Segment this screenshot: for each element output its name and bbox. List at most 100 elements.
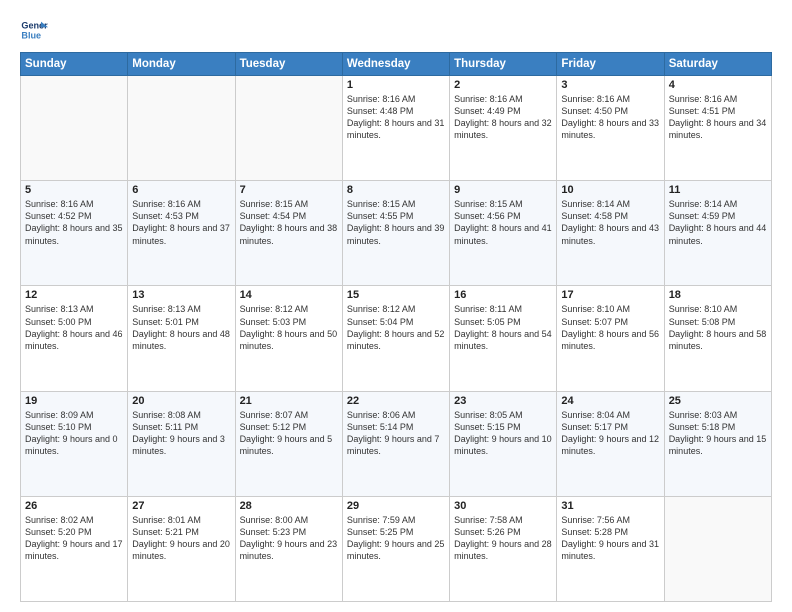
header: General Blue [20,16,772,44]
day-info: Sunrise: 8:13 AM Sunset: 5:00 PM Dayligh… [25,303,123,352]
calendar-cell [21,76,128,181]
logo: General Blue [20,16,48,44]
calendar-cell: 4 Sunrise: 8:16 AM Sunset: 4:51 PM Daylig… [664,76,771,181]
day-info: Sunrise: 8:14 AM Sunset: 4:58 PM Dayligh… [561,198,659,247]
day-number: 7 [240,184,338,196]
day-number: 25 [669,395,767,407]
calendar-cell: 20 Sunrise: 8:08 AM Sunset: 5:11 PM Dayli… [128,391,235,496]
day-number: 16 [454,289,552,301]
calendar-cell: 5Sunrise: 8:16 AM Sunset: 4:52 PM Daylig… [21,181,128,286]
day-info: Sunrise: 8:13 AM Sunset: 5:01 PM Dayligh… [132,303,230,352]
day-info: Sunrise: 8:16 AM Sunset: 4:49 PM Dayligh… [454,93,552,142]
calendar-cell [664,496,771,601]
day-number: 31 [561,500,659,512]
day-number: 28 [240,500,338,512]
calendar-cell: 13Sunrise: 8:13 AM Sunset: 5:01 PM Dayli… [128,286,235,391]
day-info: Sunrise: 8:14 AM Sunset: 4:59 PM Dayligh… [669,198,767,247]
logo-icon: General Blue [20,16,48,44]
day-header-sunday: Sunday [21,53,128,76]
calendar-cell: 17Sunrise: 8:10 AM Sunset: 5:07 PM Dayli… [557,286,664,391]
day-info: Sunrise: 8:16 AM Sunset: 4:48 PM Dayligh… [347,93,445,142]
day-number: 23 [454,395,552,407]
calendar-cell: 27 Sunrise: 8:01 AM Sunset: 5:21 PM Dayli… [128,496,235,601]
calendar-cell: 21 Sunrise: 8:07 AM Sunset: 5:12 PM Dayli… [235,391,342,496]
day-info: Sunrise: 8:16 AM Sunset: 4:52 PM Dayligh… [25,198,123,247]
day-info: Sunrise: 8:16 AM Sunset: 4:50 PM Dayligh… [561,93,659,142]
day-number: 19 [25,395,123,407]
day-number: 2 [454,79,552,91]
day-info: Sunrise: 8:00 AM Sunset: 5:23 PM Dayligh… [240,514,338,563]
day-number: 20 [132,395,230,407]
calendar-cell: 29 Sunrise: 7:59 AM Sunset: 5:25 PM Dayli… [342,496,449,601]
calendar-cell: 24 Sunrise: 8:04 AM Sunset: 5:17 PM Dayli… [557,391,664,496]
day-info: Sunrise: 8:05 AM Sunset: 5:15 PM Dayligh… [454,409,552,458]
calendar-cell: 30 Sunrise: 7:58 AM Sunset: 5:26 PM Dayli… [450,496,557,601]
day-number: 1 [347,79,445,91]
calendar-cell: 8 Sunrise: 8:15 AM Sunset: 4:55 PM Daylig… [342,181,449,286]
day-info: Sunrise: 8:01 AM Sunset: 5:21 PM Dayligh… [132,514,230,563]
calendar-cell [235,76,342,181]
calendar-cell [128,76,235,181]
day-header-monday: Monday [128,53,235,76]
calendar-week-0: 1 Sunrise: 8:16 AM Sunset: 4:48 PM Daylig… [21,76,772,181]
day-info: Sunrise: 8:11 AM Sunset: 5:05 PM Dayligh… [454,303,552,352]
day-number: 9 [454,184,552,196]
day-number: 12 [25,289,123,301]
day-header-friday: Friday [557,53,664,76]
day-header-wednesday: Wednesday [342,53,449,76]
day-number: 27 [132,500,230,512]
calendar-cell: 3 Sunrise: 8:16 AM Sunset: 4:50 PM Daylig… [557,76,664,181]
calendar-cell: 25Sunrise: 8:03 AM Sunset: 5:18 PM Dayli… [664,391,771,496]
day-info: Sunrise: 8:12 AM Sunset: 5:03 PM Dayligh… [240,303,338,352]
day-number: 29 [347,500,445,512]
page: General Blue SundayMondayTuesdayWednesda… [0,0,792,612]
calendar-cell: 18 Sunrise: 8:10 AM Sunset: 5:08 PM Dayli… [664,286,771,391]
day-info: Sunrise: 7:59 AM Sunset: 5:25 PM Dayligh… [347,514,445,563]
day-info: Sunrise: 8:15 AM Sunset: 4:56 PM Dayligh… [454,198,552,247]
day-header-tuesday: Tuesday [235,53,342,76]
day-info: Sunrise: 8:16 AM Sunset: 4:51 PM Dayligh… [669,93,767,142]
day-number: 30 [454,500,552,512]
day-info: Sunrise: 8:09 AM Sunset: 5:10 PM Dayligh… [25,409,123,458]
day-number: 22 [347,395,445,407]
calendar-cell: 15Sunrise: 8:12 AM Sunset: 5:04 PM Dayli… [342,286,449,391]
calendar-table: SundayMondayTuesdayWednesdayThursdayFrid… [20,52,772,602]
day-info: Sunrise: 8:16 AM Sunset: 4:53 PM Dayligh… [132,198,230,247]
calendar-week-2: 12 Sunrise: 8:13 AM Sunset: 5:00 PM Dayli… [21,286,772,391]
day-number: 3 [561,79,659,91]
day-info: Sunrise: 8:02 AM Sunset: 5:20 PM Dayligh… [25,514,123,563]
day-number: 26 [25,500,123,512]
day-number: 8 [347,184,445,196]
calendar-cell: 10 Sunrise: 8:14 AM Sunset: 4:58 PM Dayli… [557,181,664,286]
day-info: Sunrise: 8:06 AM Sunset: 5:14 PM Dayligh… [347,409,445,458]
day-number: 24 [561,395,659,407]
calendar-header-row: SundayMondayTuesdayWednesdayThursdayFrid… [21,53,772,76]
day-info: Sunrise: 7:56 AM Sunset: 5:28 PM Dayligh… [561,514,659,563]
day-info: Sunrise: 8:10 AM Sunset: 5:08 PM Dayligh… [669,303,767,352]
day-info: Sunrise: 8:15 AM Sunset: 4:55 PM Dayligh… [347,198,445,247]
day-number: 17 [561,289,659,301]
calendar-cell: 12 Sunrise: 8:13 AM Sunset: 5:00 PM Dayli… [21,286,128,391]
calendar-cell: 26 Sunrise: 8:02 AM Sunset: 5:20 PM Dayli… [21,496,128,601]
day-number: 10 [561,184,659,196]
day-info: Sunrise: 7:58 AM Sunset: 5:26 PM Dayligh… [454,514,552,563]
day-header-saturday: Saturday [664,53,771,76]
day-number: 14 [240,289,338,301]
calendar-week-3: 19 Sunrise: 8:09 AM Sunset: 5:10 PM Dayli… [21,391,772,496]
day-number: 4 [669,79,767,91]
day-info: Sunrise: 8:04 AM Sunset: 5:17 PM Dayligh… [561,409,659,458]
day-info: Sunrise: 8:07 AM Sunset: 5:12 PM Dayligh… [240,409,338,458]
day-number: 18 [669,289,767,301]
calendar-cell: 11 Sunrise: 8:14 AM Sunset: 4:59 PM Dayli… [664,181,771,286]
day-number: 21 [240,395,338,407]
calendar-cell: 2 Sunrise: 8:16 AM Sunset: 4:49 PM Daylig… [450,76,557,181]
day-number: 11 [669,184,767,196]
svg-text:Blue: Blue [21,30,41,40]
day-info: Sunrise: 8:08 AM Sunset: 5:11 PM Dayligh… [132,409,230,458]
calendar-cell: 1 Sunrise: 8:16 AM Sunset: 4:48 PM Daylig… [342,76,449,181]
calendar-cell: 19 Sunrise: 8:09 AM Sunset: 5:10 PM Dayli… [21,391,128,496]
calendar-cell: 22 Sunrise: 8:06 AM Sunset: 5:14 PM Dayli… [342,391,449,496]
calendar-week-1: 5Sunrise: 8:16 AM Sunset: 4:52 PM Daylig… [21,181,772,286]
calendar-cell: 16 Sunrise: 8:11 AM Sunset: 5:05 PM Dayli… [450,286,557,391]
day-info: Sunrise: 8:15 AM Sunset: 4:54 PM Dayligh… [240,198,338,247]
